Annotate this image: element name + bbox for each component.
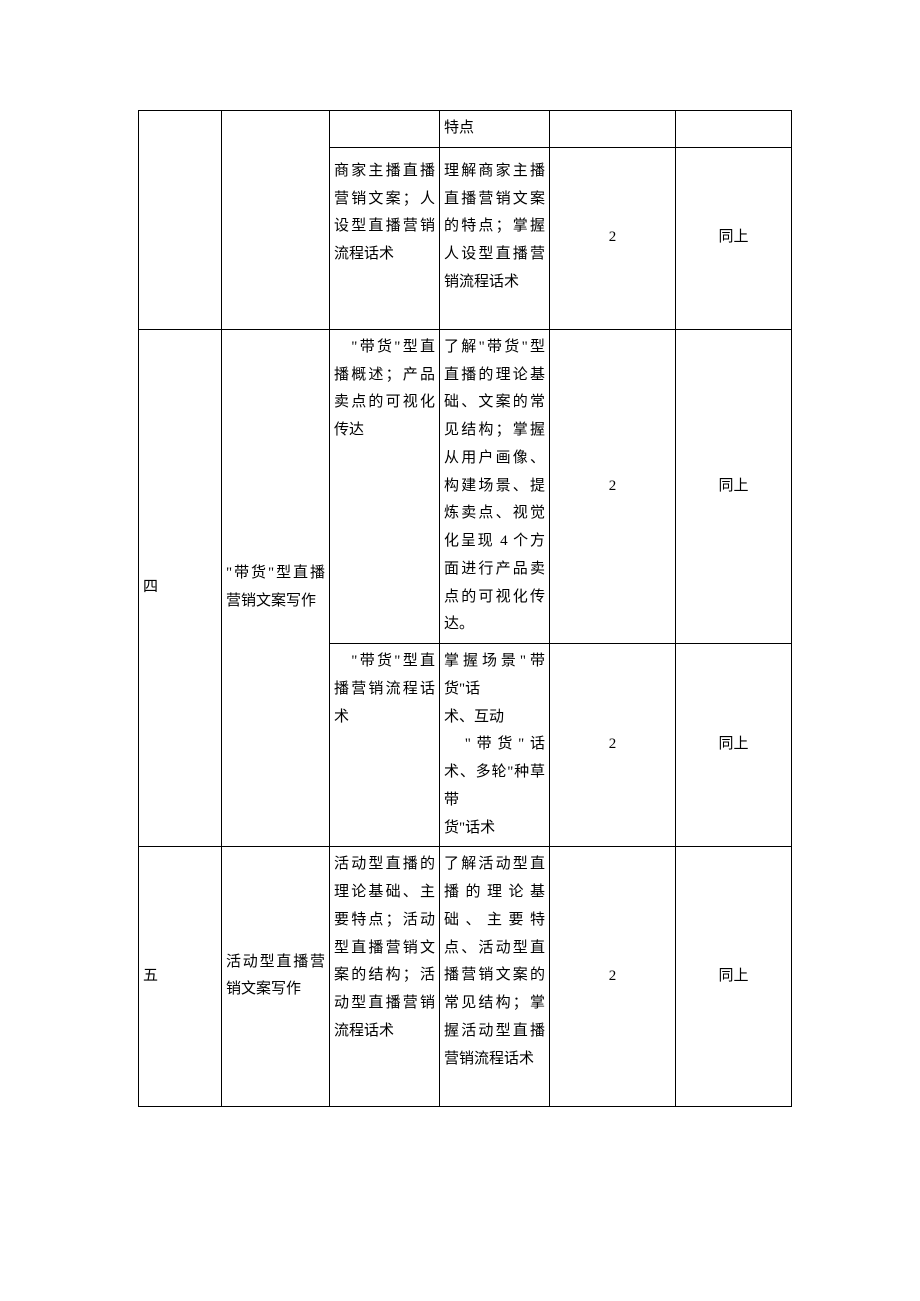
cell-col5 — [550, 111, 676, 148]
table-row: 四 "带货"型直播营销文案写作 "带货"型直播概述；产品卖点的可视化传达 了解"… — [139, 329, 792, 643]
cell-col5: 2 — [550, 644, 676, 847]
cell-col1 — [139, 111, 222, 330]
cell-col2: 活动型直播营销文案写作 — [222, 847, 330, 1106]
cell-col1: 五 — [139, 847, 222, 1106]
cell-col5: 2 — [550, 147, 676, 329]
cell-col2 — [222, 111, 330, 330]
cell-col6: 同上 — [676, 847, 792, 1106]
cell-col3 — [330, 111, 440, 148]
cell-col5: 2 — [550, 847, 676, 1106]
table-row: 五 活动型直播营销文案写作 活动型直播的理论基础、主要特点；活动型直播营销文案的… — [139, 847, 792, 1106]
cell-col4: 特点 — [440, 111, 550, 148]
cell-col1: 四 — [139, 329, 222, 847]
cell-col3: "带货"型直播营销流程话术 — [330, 644, 440, 847]
cell-col6: 同上 — [676, 329, 792, 643]
cell-col6 — [676, 111, 792, 148]
table-row: 特点 — [139, 111, 792, 148]
cell-col2: "带货"型直播营销文案写作 — [222, 329, 330, 847]
cell-col3: 活动型直播的理论基础、主要特点；活动型直播营销文案的结构；活动型直播营销流程话术 — [330, 847, 440, 1106]
cell-col4: 理解商家主播直播营销文案的特点；掌握人设型直播营销流程话术 — [440, 147, 550, 329]
cell-col6: 同上 — [676, 644, 792, 847]
cell-col4: 掌握场景"带 货"话 术、互动 "带货"话术、多轮"种草带 货"话术 — [440, 644, 550, 847]
document-page: 特点 商家主播直播营销文案；人设型直播营销流程话术 理解商家主播直播营销文案的特… — [0, 0, 920, 1107]
cell-col5: 2 — [550, 329, 676, 643]
cell-col3: "带货"型直播概述；产品卖点的可视化传达 — [330, 329, 440, 643]
curriculum-table: 特点 商家主播直播营销文案；人设型直播营销流程话术 理解商家主播直播营销文案的特… — [138, 110, 792, 1107]
cell-col6: 同上 — [676, 147, 792, 329]
cell-col4: 了解活动型直播的理论基础、主要特点、活动型直播营销文案的常见结构；掌握活动型直播… — [440, 847, 550, 1106]
cell-col4: 了解"带货"型直播的理论基础、文案的常见结构；掌握从用户画像、构建场景、提炼卖点… — [440, 329, 550, 643]
cell-col3: 商家主播直播营销文案；人设型直播营销流程话术 — [330, 147, 440, 329]
